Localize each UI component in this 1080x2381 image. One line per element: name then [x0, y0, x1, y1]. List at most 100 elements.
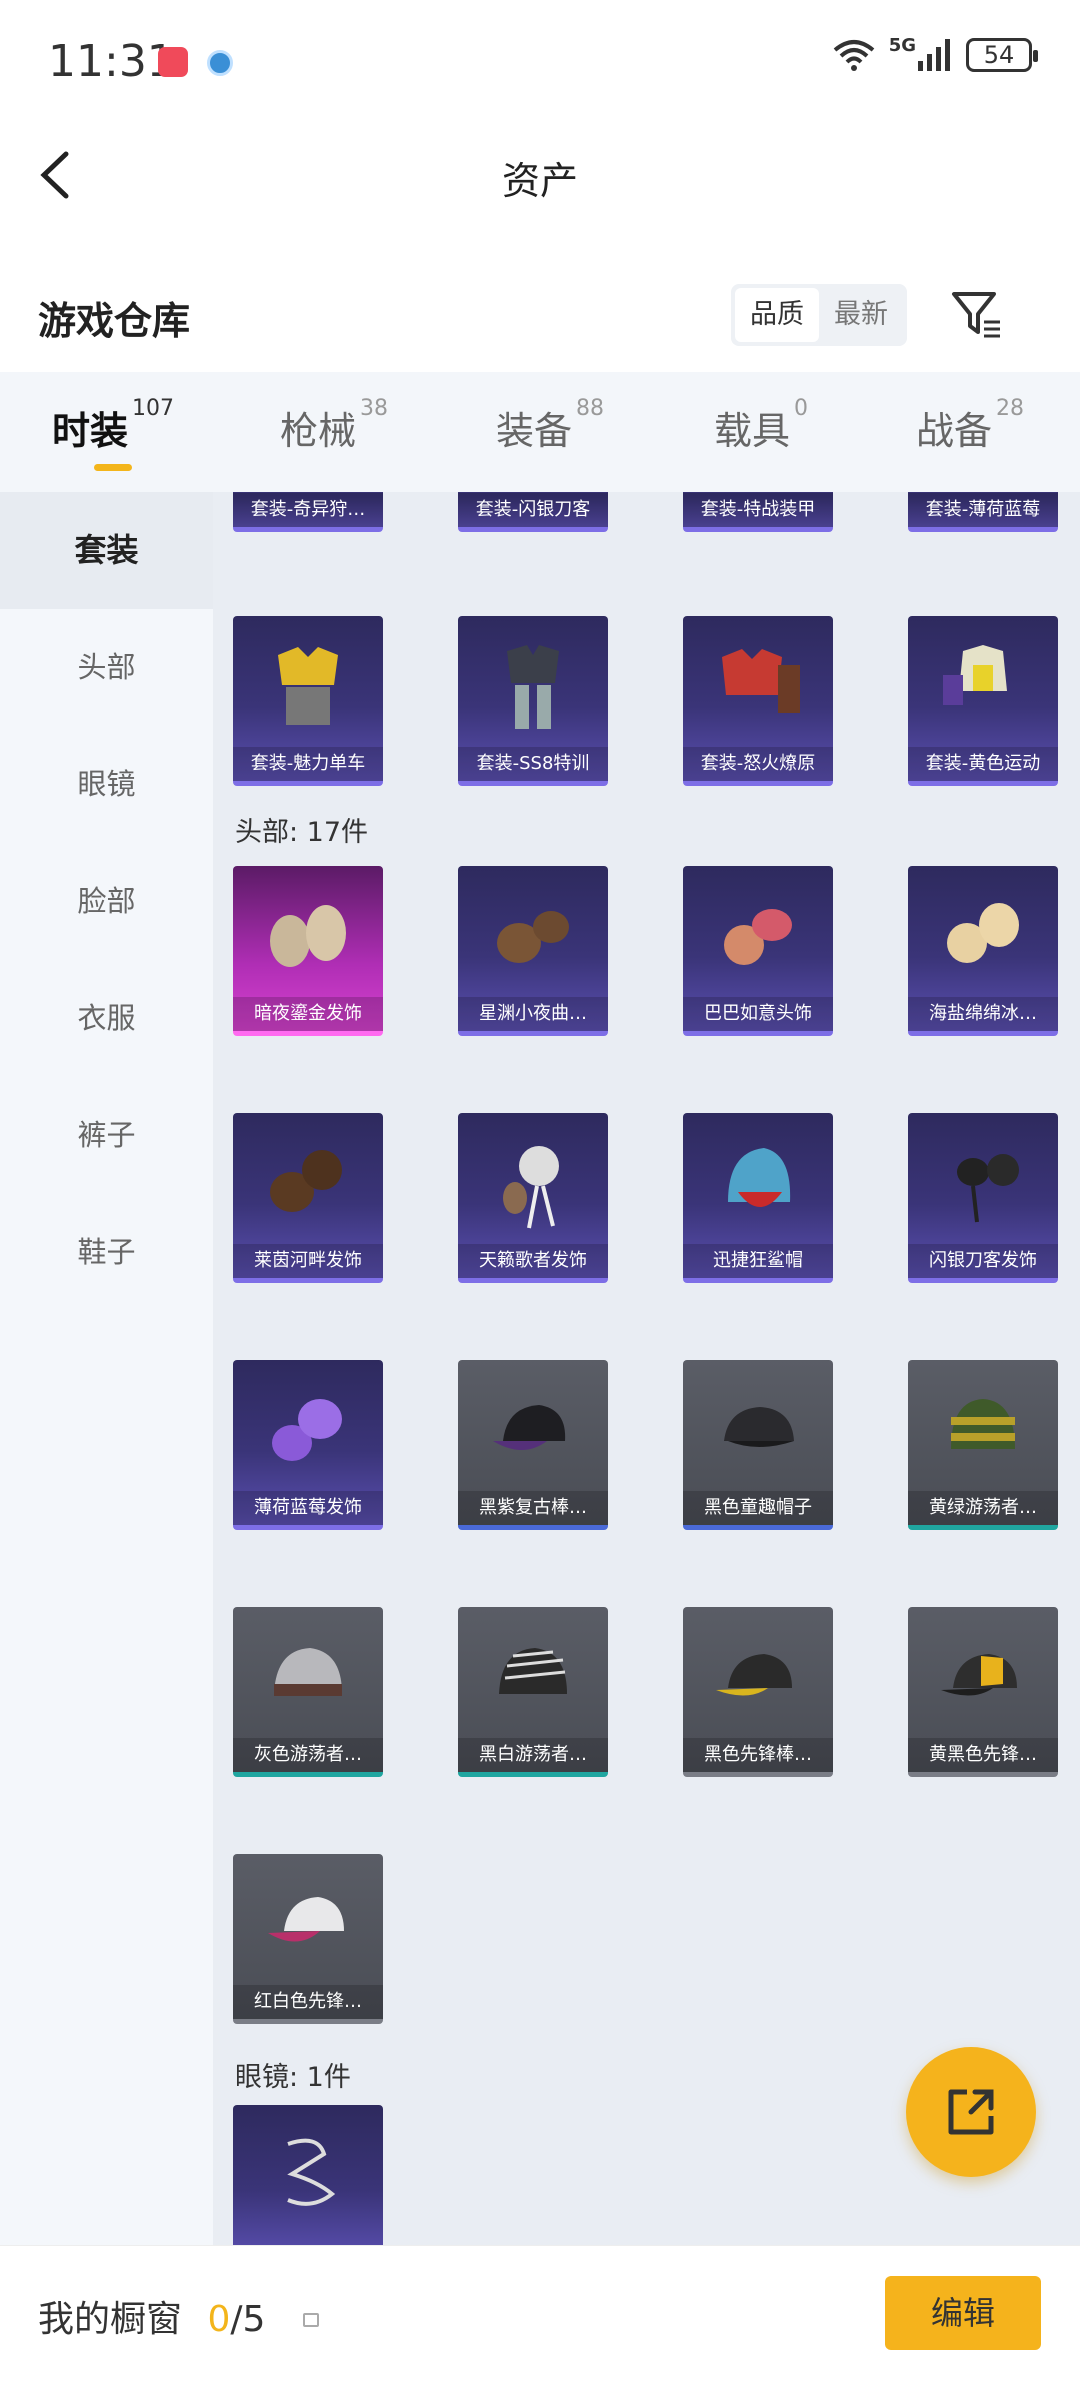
active-tab-indicator	[94, 464, 132, 471]
item-name: 套装-SS8特训	[458, 747, 608, 781]
sort-newest-button[interactable]: 最新	[819, 288, 903, 342]
item-card[interactable]: 套装-SS8特训	[458, 616, 608, 786]
item-thumbnail	[253, 1374, 363, 1484]
sidebar-item-clothes[interactable]: 衣服	[0, 960, 213, 1077]
item-thumbnail	[928, 880, 1038, 990]
tab-count: 38	[360, 396, 389, 421]
item-card[interactable]: 莱茵河畔发饰	[233, 1113, 383, 1283]
tab-equipment[interactable]: 装备88	[496, 396, 604, 455]
item-card[interactable]: 星渊小夜曲…	[458, 866, 608, 1036]
tab-count: 28	[996, 396, 1025, 421]
item-thumbnail	[253, 1621, 363, 1731]
sidebar-item-head[interactable]: 头部	[0, 609, 213, 726]
item-name: 套装-闪银刀客	[458, 493, 608, 527]
tab-fashion[interactable]: 时装107	[52, 396, 174, 455]
item-card[interactable]: 巴巴如意头饰	[683, 866, 833, 1036]
nav-header: 资产	[0, 120, 1080, 230]
item-thumbnail	[478, 1374, 588, 1484]
item-name: 套装-黄色运动	[908, 747, 1058, 781]
item-name: 莱茵河畔发饰	[233, 1244, 383, 1278]
sidebar-item-face[interactable]: 脸部	[0, 843, 213, 960]
item-card[interactable]: 红白色先锋…	[233, 1854, 383, 2024]
item-card[interactable]: 薄荷蓝莓发饰	[233, 1360, 383, 1530]
page-title: 资产	[501, 159, 578, 203]
item-card[interactable]: 套装-奇异狩…	[233, 492, 383, 532]
item-card[interactable]: 天籁歌者发饰	[458, 1113, 608, 1283]
item-thumbnail	[478, 630, 588, 740]
item-card[interactable]: 套装-黄色运动	[908, 616, 1058, 786]
sidebar-item-shoes[interactable]: 鞋子	[0, 1194, 213, 1311]
item-card[interactable]: 闪银刀客发饰	[908, 1113, 1058, 1283]
item-thumbnail	[253, 880, 363, 990]
item-card[interactable]: 套装-特战装甲	[683, 492, 833, 532]
item-card[interactable]	[233, 2105, 383, 2245]
item-card[interactable]: 黄黑色先锋…	[908, 1607, 1058, 1777]
sort-quality-button[interactable]: 品质	[735, 288, 819, 342]
item-card[interactable]: 灰色游荡者…	[233, 1607, 383, 1777]
showcase-label-row: 我的橱窗 0/5	[38, 2290, 319, 2342]
item-name: 红白色先锋…	[233, 1985, 383, 2019]
shopping-app-icon	[158, 47, 188, 77]
item-thumbnail	[478, 1127, 588, 1237]
item-name: 灰色游荡者…	[233, 1738, 383, 1772]
item-thumbnail	[703, 1374, 813, 1484]
item-name: 套装-特战装甲	[683, 493, 833, 527]
tab-count: 107	[132, 396, 175, 421]
sidebar: 套装 头部 眼镜 脸部 衣服 裤子 鞋子	[0, 492, 213, 2245]
signal-icon	[918, 39, 950, 71]
item-card[interactable]: 黑色童趣帽子	[683, 1360, 833, 1530]
item-card[interactable]: 套装-闪银刀客	[458, 492, 608, 532]
showcase-current: 0	[207, 2299, 231, 2340]
item-name: 暗夜鎏金发饰	[233, 997, 383, 1031]
browser-app-icon	[207, 50, 233, 76]
item-name: 黑色先锋棒…	[683, 1738, 833, 1772]
item-name: 巴巴如意头饰	[683, 997, 833, 1031]
tab-vehicles[interactable]: 载具0	[714, 396, 808, 455]
tab-label: 战备	[916, 409, 993, 453]
item-card[interactable]: 海盐绵绵冰…	[908, 866, 1058, 1036]
item-card[interactable]: 黑色先锋棒…	[683, 1607, 833, 1777]
sidebar-item-glasses[interactable]: 眼镜	[0, 726, 213, 843]
status-time: 11:31	[48, 36, 175, 87]
filter-icon[interactable]	[950, 288, 1002, 340]
item-name: 星渊小夜曲…	[458, 997, 608, 1031]
sidebar-item-pants[interactable]: 裤子	[0, 1077, 213, 1194]
item-card[interactable]: 黑白游荡者…	[458, 1607, 608, 1777]
status-bar: 11:31 5G 54	[0, 0, 1080, 120]
item-name: 黑白游荡者…	[458, 1738, 608, 1772]
tab-label: 时装	[52, 409, 129, 453]
item-card[interactable]: 黄绿游荡者…	[908, 1360, 1058, 1530]
sidebar-item-suits[interactable]: 套装	[0, 492, 213, 609]
item-thumbnail	[253, 630, 363, 740]
item-name: 黄绿游荡者…	[908, 1491, 1058, 1525]
item-thumbnail	[928, 1127, 1038, 1237]
share-button[interactable]	[906, 2047, 1036, 2177]
item-name: 套装-魅力单车	[233, 747, 383, 781]
item-name: 黑紫复古棒…	[458, 1491, 608, 1525]
item-thumbnail	[703, 630, 813, 740]
item-thumbnail	[703, 1621, 813, 1731]
tab-supplies[interactable]: 战备28	[916, 396, 1024, 455]
item-name: 海盐绵绵冰…	[908, 997, 1058, 1031]
item-thumbnail	[928, 1621, 1038, 1731]
item-thumbnail	[253, 2119, 363, 2229]
item-card[interactable]: 套装-怒火燎原	[683, 616, 833, 786]
edit-button[interactable]: 编辑	[885, 2276, 1041, 2350]
item-thumbnail	[478, 880, 588, 990]
tab-weapons[interactable]: 枪械38	[280, 396, 388, 455]
item-card[interactable]: 黑紫复古棒…	[458, 1360, 608, 1530]
wifi-icon	[833, 40, 874, 71]
item-card[interactable]: 迅捷狂鲨帽	[683, 1113, 833, 1283]
item-grid: 套装-奇异狩… 套装-闪银刀客 套装-特战装甲 套装-薄荷蓝莓 套装-魅力单车 …	[213, 492, 1080, 2245]
item-card[interactable]: 暗夜鎏金发饰	[233, 866, 383, 1036]
item-card[interactable]: 套装-薄荷蓝莓	[908, 492, 1058, 532]
tab-count: 0	[794, 396, 809, 421]
warehouse-header: 游戏仓库 品质 最新	[0, 230, 1080, 372]
item-name: 套装-怒火燎原	[683, 747, 833, 781]
status-icons: 5G 54	[833, 35, 1038, 72]
tab-count: 88	[576, 396, 605, 421]
item-card[interactable]: 套装-魅力单车	[233, 616, 383, 786]
battery-icon: 54	[966, 38, 1038, 72]
item-name: 迅捷狂鲨帽	[683, 1244, 833, 1278]
category-tabs: 时装107 枪械38 装备88 载具0 战备28	[0, 372, 1080, 492]
